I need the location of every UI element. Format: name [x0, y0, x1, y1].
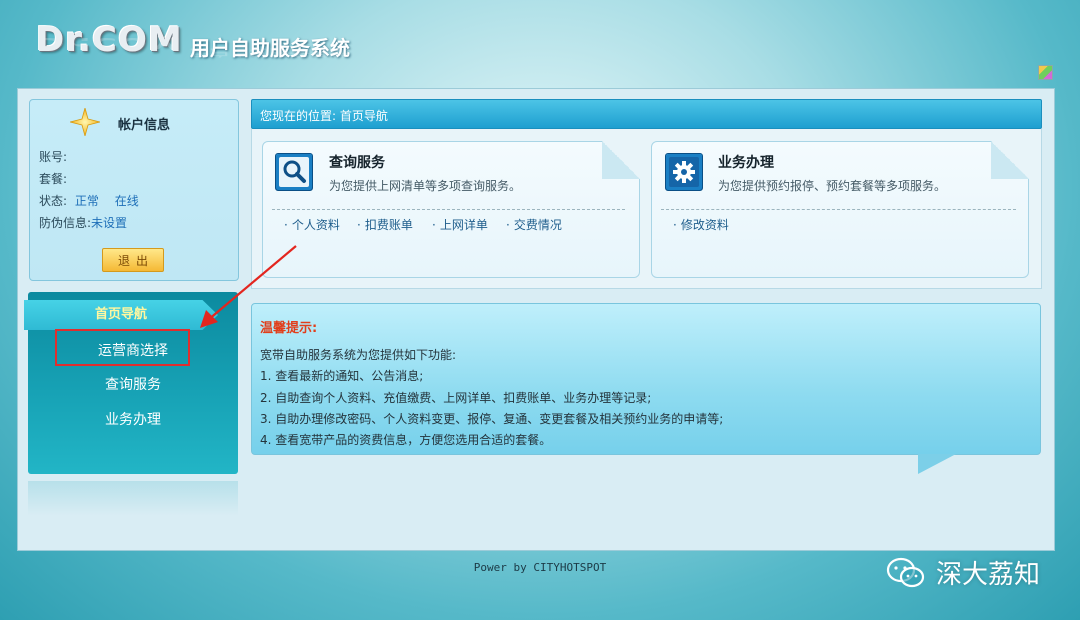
- link-payment-status[interactable]: 交费情况: [506, 216, 562, 233]
- link-personal-info[interactable]: 个人资料: [284, 216, 340, 233]
- nav-header-home[interactable]: 首页导航: [24, 300, 218, 330]
- tips-bubble-tail: [918, 454, 956, 474]
- logout-button[interactable]: 退出: [102, 248, 164, 272]
- account-row: 账号:: [39, 148, 67, 165]
- highlight-box: [55, 329, 190, 366]
- business-desc: 为您提供预约报停、预约套餐等多项服务。: [718, 179, 947, 193]
- antifraud-value: 未设置: [91, 216, 128, 230]
- wechat-watermark: 深大荔知: [886, 554, 1040, 591]
- account-label: 账号:: [39, 150, 68, 164]
- watermark-text: 深大荔知: [936, 560, 1041, 590]
- business-title[interactable]: 业务办理: [718, 152, 774, 172]
- tips-line: 宽带自助服务系统为您提供如下功能:: [260, 348, 457, 362]
- magnifier-icon[interactable]: [275, 153, 313, 191]
- status-label: 状态:: [39, 194, 68, 208]
- logo-reflection: Dr.COM: [36, 34, 183, 52]
- status-value-normal: 正常: [74, 194, 99, 208]
- header: Dr.COM Dr.COM 用户自助服务系统 用户自助服务系统: [0, 0, 1080, 88]
- gear-icon[interactable]: [665, 153, 703, 191]
- package-label: 套餐:: [39, 172, 68, 186]
- wechat-icon: [886, 557, 925, 587]
- tips-title: 温馨提示:: [260, 321, 318, 336]
- nav-item-query-service[interactable]: 查询服务: [28, 374, 238, 394]
- antifraud-row: 防伪信息:未设置: [39, 214, 127, 231]
- query-service-title[interactable]: 查询服务: [329, 152, 385, 172]
- star-icon: [70, 108, 100, 136]
- system-title-reflection: 用户自助服务系统: [190, 47, 350, 59]
- tips-line: 4. 查看宽带产品的资费信息，方便您选用合适的套餐。: [260, 433, 552, 447]
- link-online-detail[interactable]: 上网详单: [432, 216, 488, 233]
- query-service-desc: 为您提供上网清单等多项查询服务。: [329, 179, 522, 193]
- skin-switch-icon[interactable]: [1038, 65, 1053, 80]
- link-deduction-bill[interactable]: 扣费账单: [357, 216, 413, 233]
- tips-line: 2. 自助查询个人资料、充值缴费、上网详单、扣费账单、业务办理等记录;: [260, 391, 652, 405]
- status-value-online: 在线: [114, 194, 139, 208]
- antifraud-label: 防伪信息:: [39, 216, 92, 230]
- nav-reflection: [28, 481, 238, 516]
- status-row: 状态: 正常 在线: [39, 192, 139, 209]
- account-title: 帐户信息: [118, 118, 171, 133]
- breadcrumb: 您现在的位置: 首页导航: [251, 99, 1042, 129]
- tips-line: 3. 自助办理修改密码、个人资料变更、报停、复通、变更套餐及相关预约业务的申请等…: [260, 412, 724, 426]
- divider: [661, 209, 1016, 210]
- nav-item-business[interactable]: 业务办理: [28, 409, 238, 429]
- breadcrumb-text: 您现在的位置: 首页导航: [260, 109, 388, 123]
- link-modify-info[interactable]: 修改资料: [673, 216, 729, 233]
- tips-line: 1. 查看最新的通知、公告消息;: [260, 369, 424, 383]
- package-row: 套餐:: [39, 170, 67, 187]
- card-fold: [991, 141, 1029, 179]
- card-fold: [602, 141, 640, 179]
- divider: [272, 209, 625, 210]
